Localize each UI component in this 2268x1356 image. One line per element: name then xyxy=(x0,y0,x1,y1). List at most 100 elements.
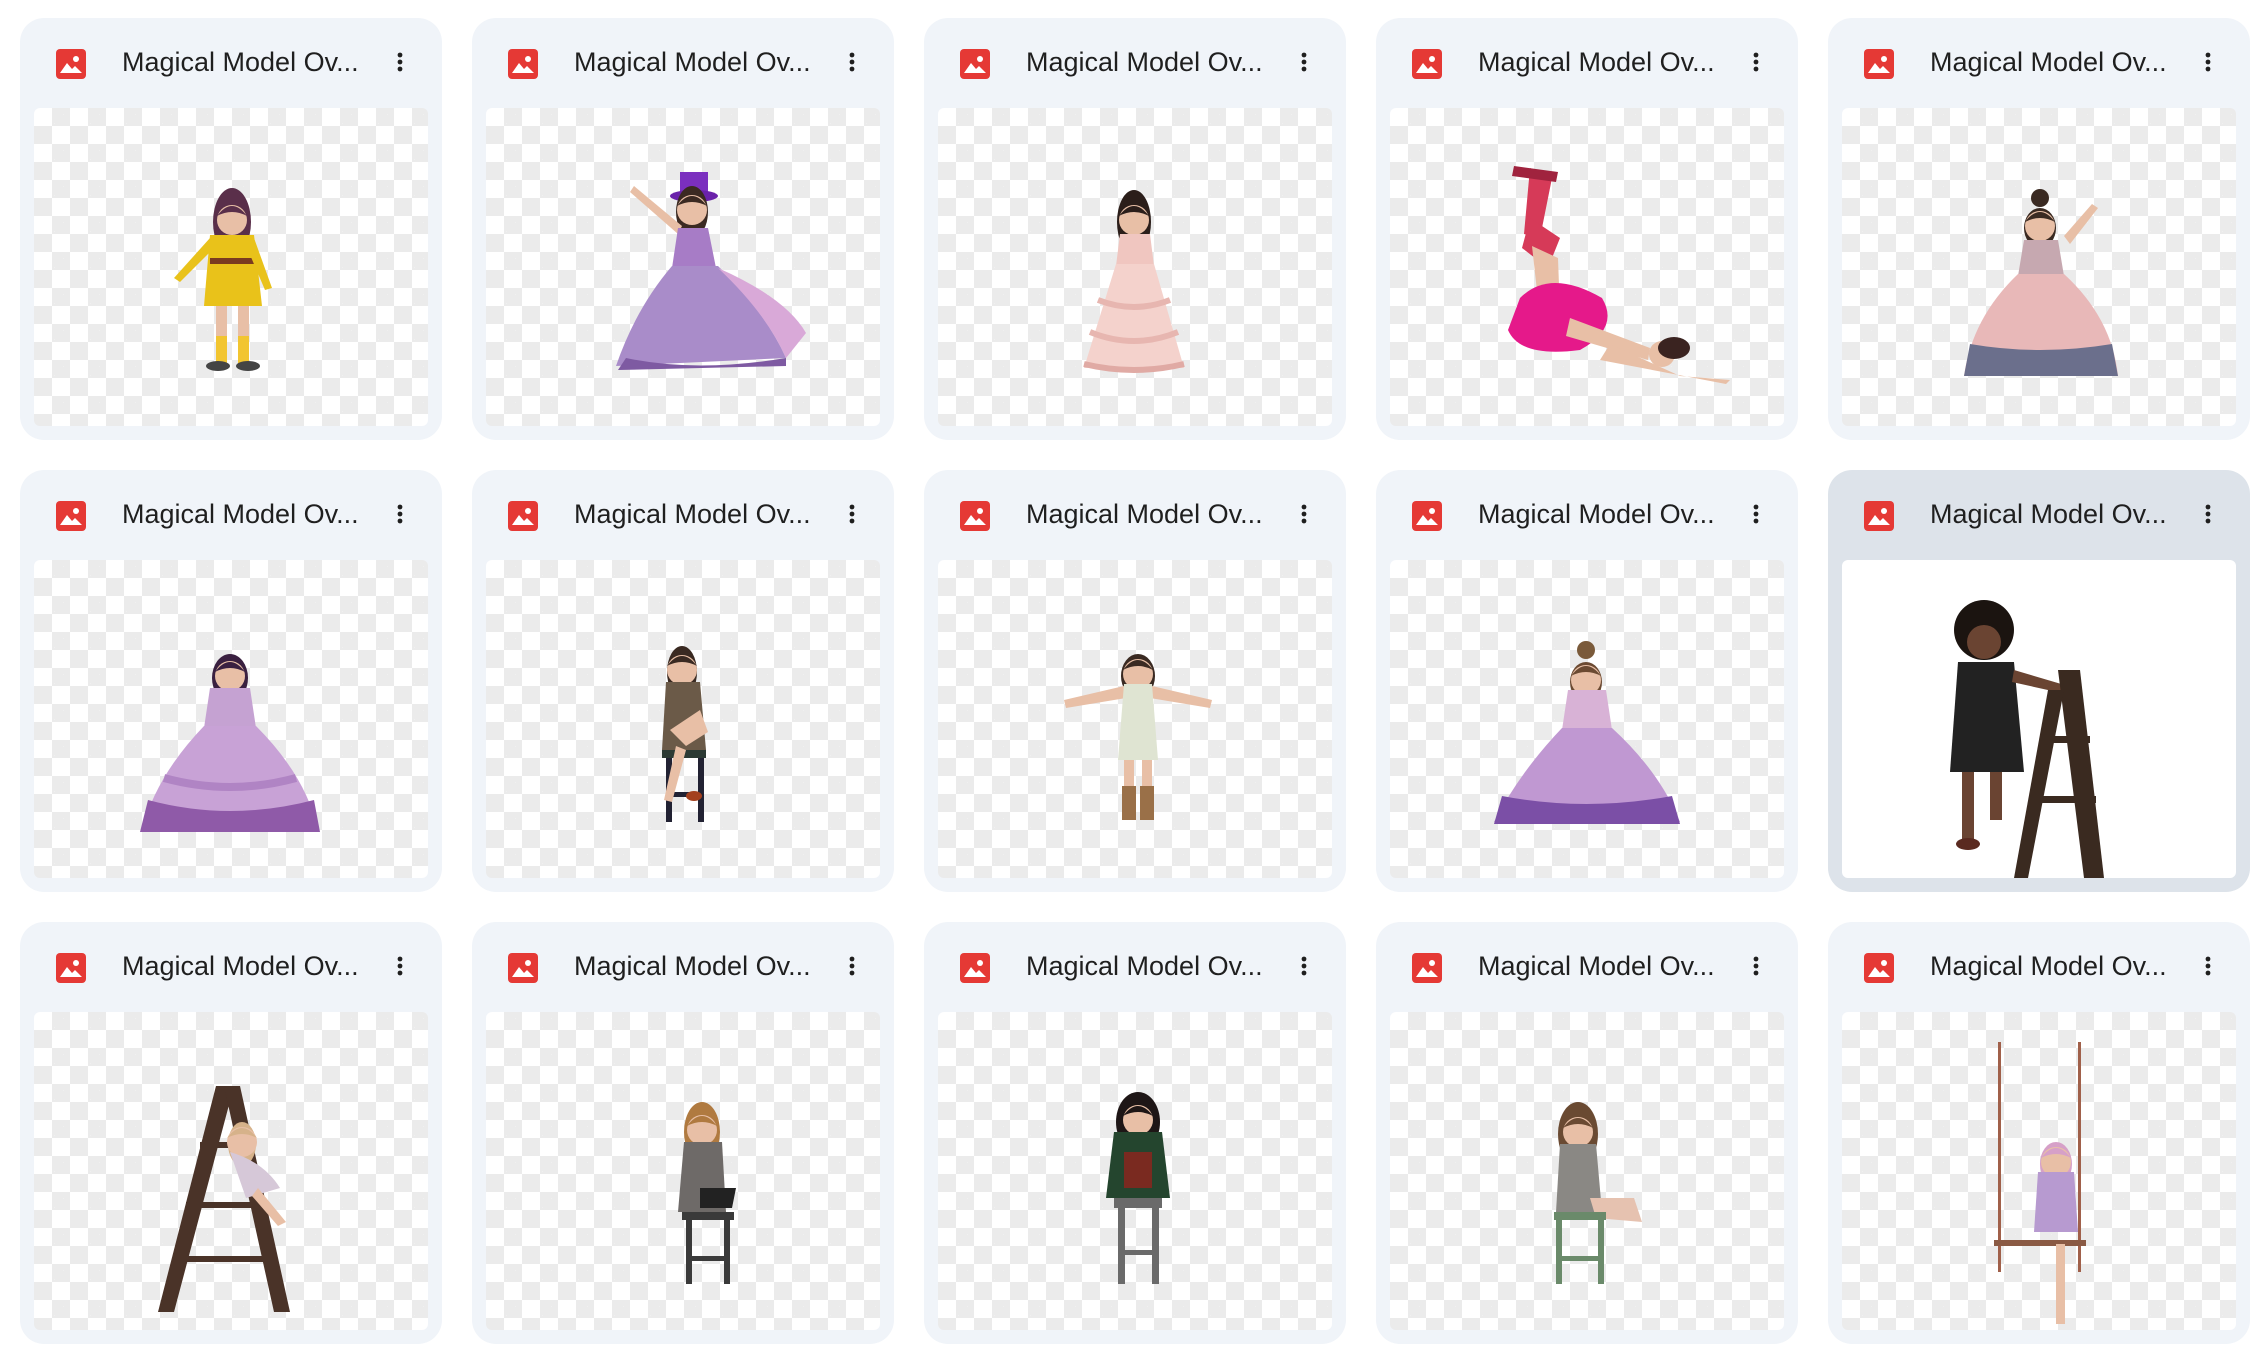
file-thumbnail[interactable] xyxy=(1390,108,1784,426)
file-thumbnail[interactable] xyxy=(1842,108,2236,426)
more-actions-button[interactable] xyxy=(1280,944,1328,992)
more-vertical-icon xyxy=(1292,954,1316,983)
file-card[interactable]: Magical Model Ov... xyxy=(472,18,894,440)
file-thumbnail[interactable] xyxy=(34,108,428,426)
file-card[interactable]: Magical Model Ov... xyxy=(1828,470,2250,892)
image-file-icon xyxy=(507,500,539,532)
image-file-icon xyxy=(1863,952,1895,984)
file-card-header[interactable]: Magical Model Ov... xyxy=(472,470,894,554)
file-card-header[interactable]: Magical Model Ov... xyxy=(924,922,1346,1006)
file-name: Magical Model Ov... xyxy=(1930,951,2167,981)
more-actions-button[interactable] xyxy=(376,944,424,992)
file-card-header[interactable]: Magical Model Ov... xyxy=(20,470,442,554)
file-thumbnail[interactable] xyxy=(486,560,880,878)
file-name: Magical Model Ov... xyxy=(1930,499,2167,529)
file-card-header[interactable]: Magical Model Ov... xyxy=(20,18,442,102)
file-name: Magical Model Ov... xyxy=(122,499,359,529)
file-card-header[interactable]: Magical Model Ov... xyxy=(472,922,894,1006)
image-file-icon xyxy=(55,48,87,80)
thumbnail-figure xyxy=(1950,600,2104,878)
file-card-header[interactable]: Magical Model Ov... xyxy=(1828,470,2250,554)
more-vertical-icon xyxy=(2196,50,2220,79)
more-vertical-icon xyxy=(2196,502,2220,531)
file-grid: Magical Model Ov... Magical Model Ov... … xyxy=(0,0,2268,1356)
thumbnail-figure xyxy=(140,654,320,832)
image-file-icon xyxy=(959,500,991,532)
image-file-icon xyxy=(507,48,539,80)
file-thumbnail[interactable] xyxy=(486,1012,880,1330)
file-name: Magical Model Ov... xyxy=(574,499,811,529)
file-thumbnail[interactable] xyxy=(938,560,1332,878)
file-thumbnail[interactable] xyxy=(34,1012,428,1330)
file-card-header[interactable]: Magical Model Ov... xyxy=(924,18,1346,102)
thumbnail-figure xyxy=(616,172,806,370)
file-name: Magical Model Ov... xyxy=(1026,47,1263,77)
file-card[interactable]: Magical Model Ov... xyxy=(924,18,1346,440)
file-card[interactable]: Magical Model Ov... xyxy=(472,922,894,1344)
image-file-icon xyxy=(959,952,991,984)
file-thumbnail[interactable] xyxy=(1842,560,2236,878)
file-card-header[interactable]: Magical Model Ov... xyxy=(1828,922,2250,1006)
image-file-icon xyxy=(1411,952,1443,984)
image-file-icon xyxy=(507,952,539,984)
more-vertical-icon xyxy=(2196,954,2220,983)
more-actions-button[interactable] xyxy=(376,492,424,540)
file-thumbnail[interactable] xyxy=(1390,1012,1784,1330)
file-card[interactable]: Magical Model Ov... xyxy=(924,470,1346,892)
file-card-header[interactable]: Magical Model Ov... xyxy=(472,18,894,102)
image-file-icon xyxy=(55,952,87,984)
file-card-header[interactable]: Magical Model Ov... xyxy=(1376,18,1798,102)
file-name: Magical Model Ov... xyxy=(1478,47,1715,77)
file-card-header[interactable]: Magical Model Ov... xyxy=(924,470,1346,554)
more-actions-button[interactable] xyxy=(1732,40,1780,88)
more-vertical-icon xyxy=(388,954,412,983)
thumbnail-figure xyxy=(1494,641,1680,824)
file-card[interactable]: Magical Model Ov... xyxy=(1828,922,2250,1344)
more-actions-button[interactable] xyxy=(828,40,876,88)
file-name: Magical Model Ov... xyxy=(574,951,811,981)
more-vertical-icon xyxy=(1292,502,1316,531)
file-thumbnail[interactable] xyxy=(1390,560,1784,878)
file-card[interactable]: Magical Model Ov... xyxy=(20,470,442,892)
file-card-header[interactable]: Magical Model Ov... xyxy=(1828,18,2250,102)
file-card-header[interactable]: Magical Model Ov... xyxy=(1376,470,1798,554)
more-actions-button[interactable] xyxy=(1280,492,1328,540)
file-card[interactable]: Magical Model Ov... xyxy=(924,922,1346,1344)
file-thumbnail[interactable] xyxy=(938,1012,1332,1330)
more-actions-button[interactable] xyxy=(2184,40,2232,88)
more-vertical-icon xyxy=(1744,502,1768,531)
file-thumbnail[interactable] xyxy=(486,108,880,426)
image-file-icon xyxy=(959,48,991,80)
more-actions-button[interactable] xyxy=(2184,492,2232,540)
file-card-header[interactable]: Magical Model Ov... xyxy=(20,922,442,1006)
file-name: Magical Model Ov... xyxy=(1026,499,1263,529)
file-card[interactable]: Magical Model Ov... xyxy=(20,18,442,440)
more-actions-button[interactable] xyxy=(1732,944,1780,992)
file-card[interactable]: Magical Model Ov... xyxy=(1376,470,1798,892)
thumbnail-figure xyxy=(174,188,272,371)
more-actions-button[interactable] xyxy=(1280,40,1328,88)
file-card[interactable]: Magical Model Ov... xyxy=(1376,922,1798,1344)
image-file-icon xyxy=(1863,500,1895,532)
image-file-icon xyxy=(1863,48,1895,80)
file-thumbnail[interactable] xyxy=(34,560,428,878)
image-file-icon xyxy=(1411,500,1443,532)
file-card[interactable]: Magical Model Ov... xyxy=(1376,18,1798,440)
image-file-icon xyxy=(55,500,87,532)
file-card-header[interactable]: Magical Model Ov... xyxy=(1376,922,1798,1006)
file-name: Magical Model Ov... xyxy=(1478,951,1715,981)
thumbnail-figure xyxy=(678,1102,736,1284)
more-actions-button[interactable] xyxy=(828,944,876,992)
thumbnail-figure xyxy=(1508,166,1730,384)
more-actions-button[interactable] xyxy=(376,40,424,88)
file-card[interactable]: Magical Model Ov... xyxy=(472,470,894,892)
file-thumbnail[interactable] xyxy=(938,108,1332,426)
file-card[interactable]: Magical Model Ov... xyxy=(20,922,442,1344)
file-name: Magical Model Ov... xyxy=(1478,499,1715,529)
more-actions-button[interactable] xyxy=(2184,944,2232,992)
more-actions-button[interactable] xyxy=(1732,492,1780,540)
more-actions-button[interactable] xyxy=(828,492,876,540)
file-card[interactable]: Magical Model Ov... xyxy=(1828,18,2250,440)
file-thumbnail[interactable] xyxy=(1842,1012,2236,1330)
file-name: Magical Model Ov... xyxy=(122,951,359,981)
